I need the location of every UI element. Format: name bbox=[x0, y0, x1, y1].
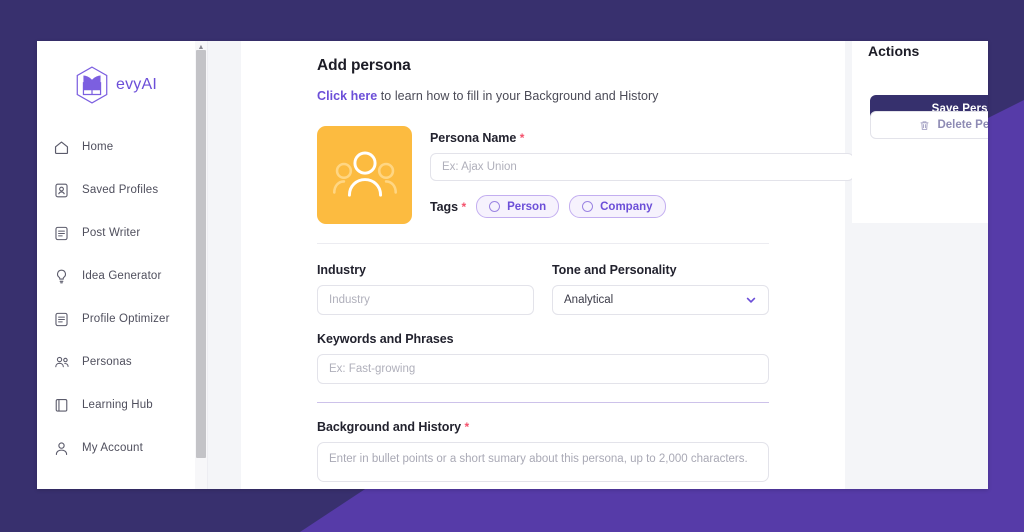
keywords-label: Keywords and Phrases bbox=[317, 332, 454, 346]
sidebar-item-saved-profiles[interactable]: Saved Profiles bbox=[37, 175, 195, 205]
trash-icon bbox=[919, 120, 930, 131]
sidebar-item-label: Idea Generator bbox=[82, 270, 162, 282]
industry-field: Industry Industry bbox=[317, 263, 534, 315]
main-content: Add persona Click here to learn how to f… bbox=[208, 41, 988, 489]
sidebar-item-label: Profile Optimizer bbox=[82, 313, 170, 325]
sidebar-item-label: Learning Hub bbox=[82, 399, 153, 411]
persona-name-placeholder: Ex: Ajax Union bbox=[442, 161, 517, 173]
required-asterisk: * bbox=[519, 131, 525, 145]
home-icon bbox=[53, 139, 70, 156]
app-window: evyAI Home Saved Profiles Post Writer Id… bbox=[37, 41, 988, 489]
learning-hub-icon bbox=[53, 397, 70, 414]
decorative-right-band bbox=[988, 100, 1024, 532]
persona-fields: Persona Name * Ex: Ajax Union Tags * Per… bbox=[430, 126, 854, 224]
sidebar: evyAI Home Saved Profiles Post Writer Id… bbox=[37, 41, 196, 489]
background-label: Background and History * bbox=[317, 420, 769, 434]
sidebar-item-label: Personas bbox=[82, 356, 132, 368]
required-asterisk: * bbox=[461, 199, 467, 214]
background-textarea[interactable]: Enter in bullet points or a short sumary… bbox=[317, 442, 769, 483]
sidebar-item-home[interactable]: Home bbox=[37, 132, 195, 162]
profile-optimizer-icon bbox=[53, 311, 70, 328]
sidebar-item-label: Post Writer bbox=[82, 227, 141, 239]
background-placeholder: Enter in bullet points or a short sumary… bbox=[329, 453, 748, 466]
persona-name-input[interactable]: Ex: Ajax Union bbox=[430, 153, 854, 181]
my-account-icon bbox=[53, 440, 70, 457]
personas-icon bbox=[53, 354, 70, 371]
scrollbar-thumb[interactable] bbox=[196, 50, 206, 458]
tone-selected-value: Analytical bbox=[564, 294, 614, 306]
sidebar-nav: Home Saved Profiles Post Writer Idea Gen… bbox=[37, 132, 195, 463]
sidebar-item-my-account[interactable]: My Account bbox=[37, 433, 195, 463]
evyai-hexagon-book-icon bbox=[73, 65, 111, 105]
page-title: Add persona bbox=[317, 57, 411, 74]
help-text-rest: to learn how to fill in your Background … bbox=[377, 89, 659, 103]
app-logo[interactable]: evyAI bbox=[37, 41, 195, 105]
form-helper-text: Click here to learn how to fill in your … bbox=[317, 89, 845, 103]
background-field: Background and History * Enter in bullet… bbox=[317, 420, 769, 483]
saved-profiles-icon bbox=[53, 182, 70, 199]
tag-option-person[interactable]: Person bbox=[476, 195, 560, 218]
actions-panel: Actions Save Persona Delete Persona bbox=[852, 41, 988, 223]
persona-form-card: Add persona Click here to learn how to f… bbox=[241, 41, 854, 489]
tone-select[interactable]: Analytical bbox=[552, 285, 769, 315]
sidebar-item-label: Home bbox=[82, 141, 114, 153]
delete-persona-button[interactable]: Delete Persona bbox=[870, 111, 988, 139]
radio-icon bbox=[582, 201, 594, 212]
persona-name-label-text: Persona Name bbox=[430, 131, 517, 145]
sidebar-item-label: Saved Profiles bbox=[82, 184, 159, 196]
delete-persona-label: Delete Persona bbox=[937, 119, 988, 131]
industry-label: Industry bbox=[317, 263, 366, 277]
sidebar-item-idea-generator[interactable]: Idea Generator bbox=[37, 261, 195, 291]
section-divider bbox=[317, 243, 769, 244]
chevron-down-icon bbox=[745, 294, 757, 306]
industry-placeholder: Industry bbox=[329, 294, 370, 306]
tags-label-text: Tags bbox=[430, 199, 459, 214]
persona-avatar[interactable] bbox=[317, 126, 412, 224]
sidebar-item-learning-hub[interactable]: Learning Hub bbox=[37, 390, 195, 420]
industry-tone-row: Industry Industry Tone and Personality A… bbox=[317, 263, 769, 315]
sidebar-scrollbar[interactable]: ▲ bbox=[195, 41, 208, 489]
app-logo-text: evyAI bbox=[116, 76, 158, 93]
industry-input[interactable]: Industry bbox=[317, 285, 534, 315]
radio-icon bbox=[489, 201, 501, 212]
sidebar-item-profile-optimizer[interactable]: Profile Optimizer bbox=[37, 304, 195, 334]
people-group-icon bbox=[332, 147, 398, 203]
persona-name-label: Persona Name * bbox=[430, 131, 854, 145]
actions-title: Actions bbox=[868, 43, 920, 59]
keywords-placeholder: Ex: Fast-growing bbox=[329, 363, 416, 375]
sidebar-item-post-writer[interactable]: Post Writer bbox=[37, 218, 195, 248]
tags-label: Tags * bbox=[430, 200, 466, 214]
tag-option-company[interactable]: Company bbox=[569, 195, 666, 218]
tag-option-label: Company bbox=[600, 200, 653, 213]
keywords-field: Keywords and Phrases Ex: Fast-growing bbox=[317, 332, 769, 384]
required-asterisk: * bbox=[464, 420, 470, 435]
help-link[interactable]: Click here bbox=[317, 89, 377, 103]
keywords-input[interactable]: Ex: Fast-growing bbox=[317, 354, 769, 384]
tone-field: Tone and Personality Analytical bbox=[552, 263, 769, 315]
tone-label: Tone and Personality bbox=[552, 263, 677, 277]
section-divider-strong bbox=[317, 402, 769, 404]
post-writer-icon bbox=[53, 225, 70, 242]
tags-row: Tags * Person Company bbox=[430, 195, 854, 218]
sidebar-item-personas[interactable]: Personas bbox=[37, 347, 195, 377]
idea-generator-icon bbox=[53, 268, 70, 285]
background-label-text: Background and History bbox=[317, 420, 462, 435]
persona-identity-row: Persona Name * Ex: Ajax Union Tags * Per… bbox=[317, 126, 854, 224]
sidebar-item-label: My Account bbox=[82, 442, 143, 454]
tag-option-label: Person bbox=[507, 200, 547, 213]
